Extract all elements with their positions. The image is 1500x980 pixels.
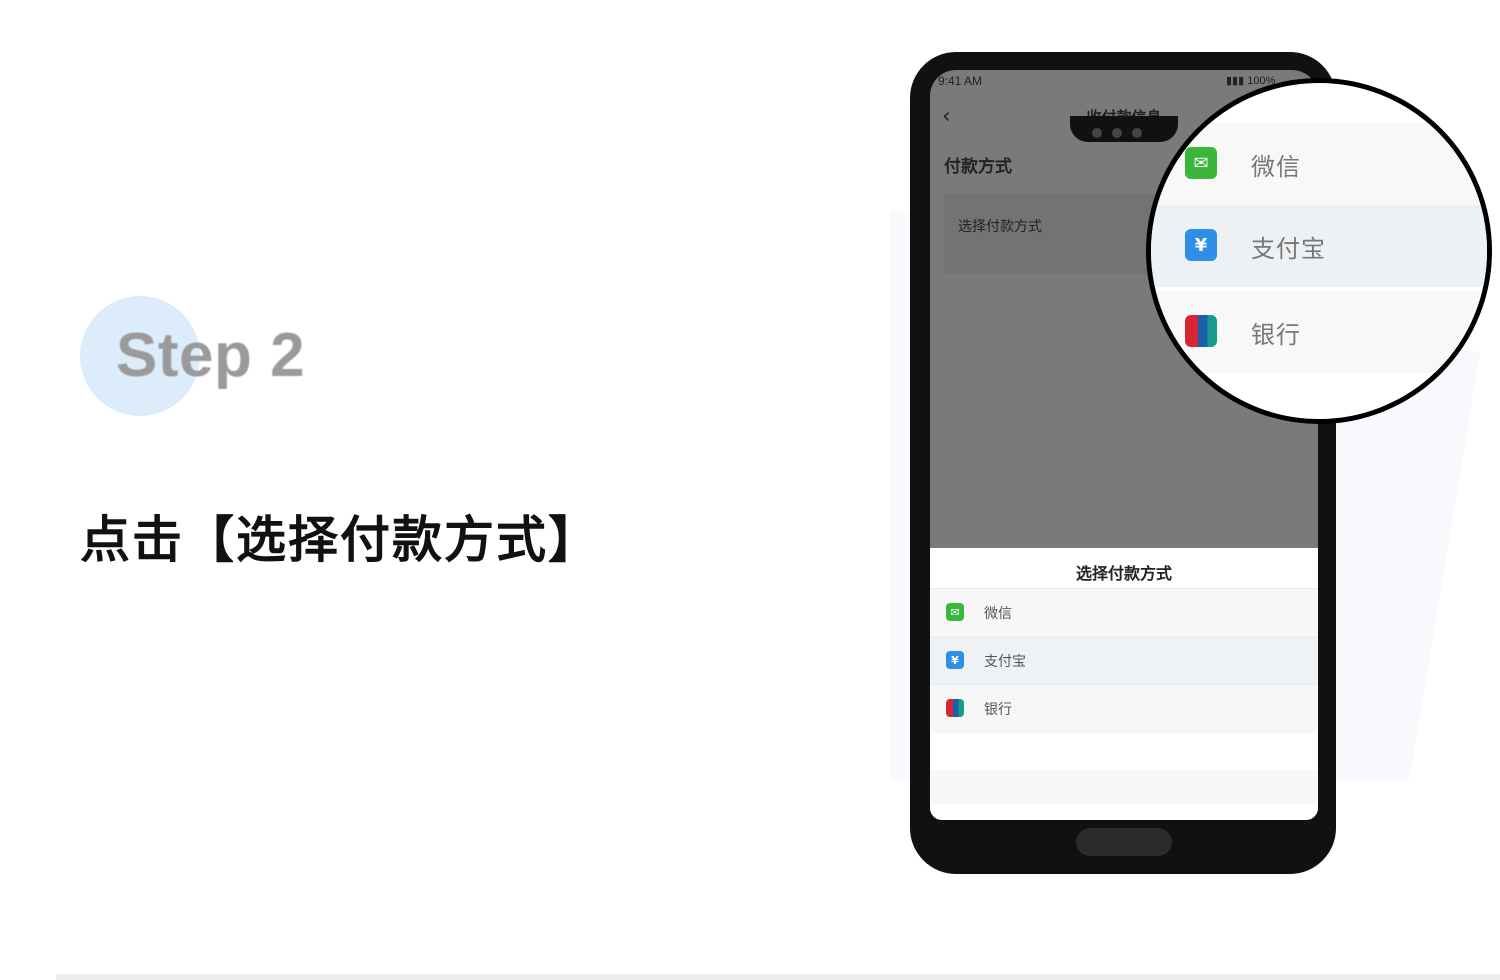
unionpay-icon <box>946 699 964 717</box>
zoom-option-alipay: ¥ 支付宝 <box>1151 205 1487 287</box>
section-label: 付款方式 <box>944 157 1012 177</box>
option-label: 银行 <box>984 702 1012 718</box>
zoom-option-label: 银行 <box>1251 321 1301 349</box>
home-button[interactable] <box>1076 828 1172 856</box>
bottom-divider <box>56 974 1500 980</box>
option-wechat[interactable]: ✉ 微信 <box>930 588 1318 637</box>
status-time: 9:41 AM <box>938 74 983 88</box>
alipay-icon: ¥ <box>946 651 964 669</box>
option-label: 支付宝 <box>984 654 1026 670</box>
alipay-icon: ¥ <box>1185 229 1217 261</box>
wechat-icon: ✉ <box>1185 147 1217 179</box>
zoom-option-wechat: ✉ 微信 <box>1151 123 1487 205</box>
unionpay-icon <box>1185 315 1217 347</box>
zoom-option-bank: 银行 <box>1151 291 1487 373</box>
option-label: 微信 <box>984 606 1012 622</box>
sensor-dot <box>1112 128 1122 138</box>
option-alipay[interactable]: ¥ 支付宝 <box>930 636 1318 685</box>
zoom-option-label: 微信 <box>1251 153 1301 181</box>
camera-dot <box>1092 128 1102 138</box>
select-placeholder: 选择付款方式 <box>958 219 1042 235</box>
sheet-spacer <box>930 770 1318 804</box>
sheet-title: 选择付款方式 <box>1075 564 1172 583</box>
sensor-dot <box>1132 128 1142 138</box>
option-bank[interactable]: 银行 <box>930 684 1318 733</box>
magnifier-zoom: ✉ 微信 ¥ 支付宝 银行 <box>1146 78 1492 424</box>
wechat-icon: ✉ <box>946 603 964 621</box>
instruction-text: 点击【选择付款方式】 <box>80 511 600 569</box>
zoom-option-label: 支付宝 <box>1251 235 1326 263</box>
step-label: Step 2 <box>116 321 306 390</box>
payment-method-sheet: 选择付款方式 ✉ 微信 ¥ 支付宝 银行 <box>930 548 1318 820</box>
